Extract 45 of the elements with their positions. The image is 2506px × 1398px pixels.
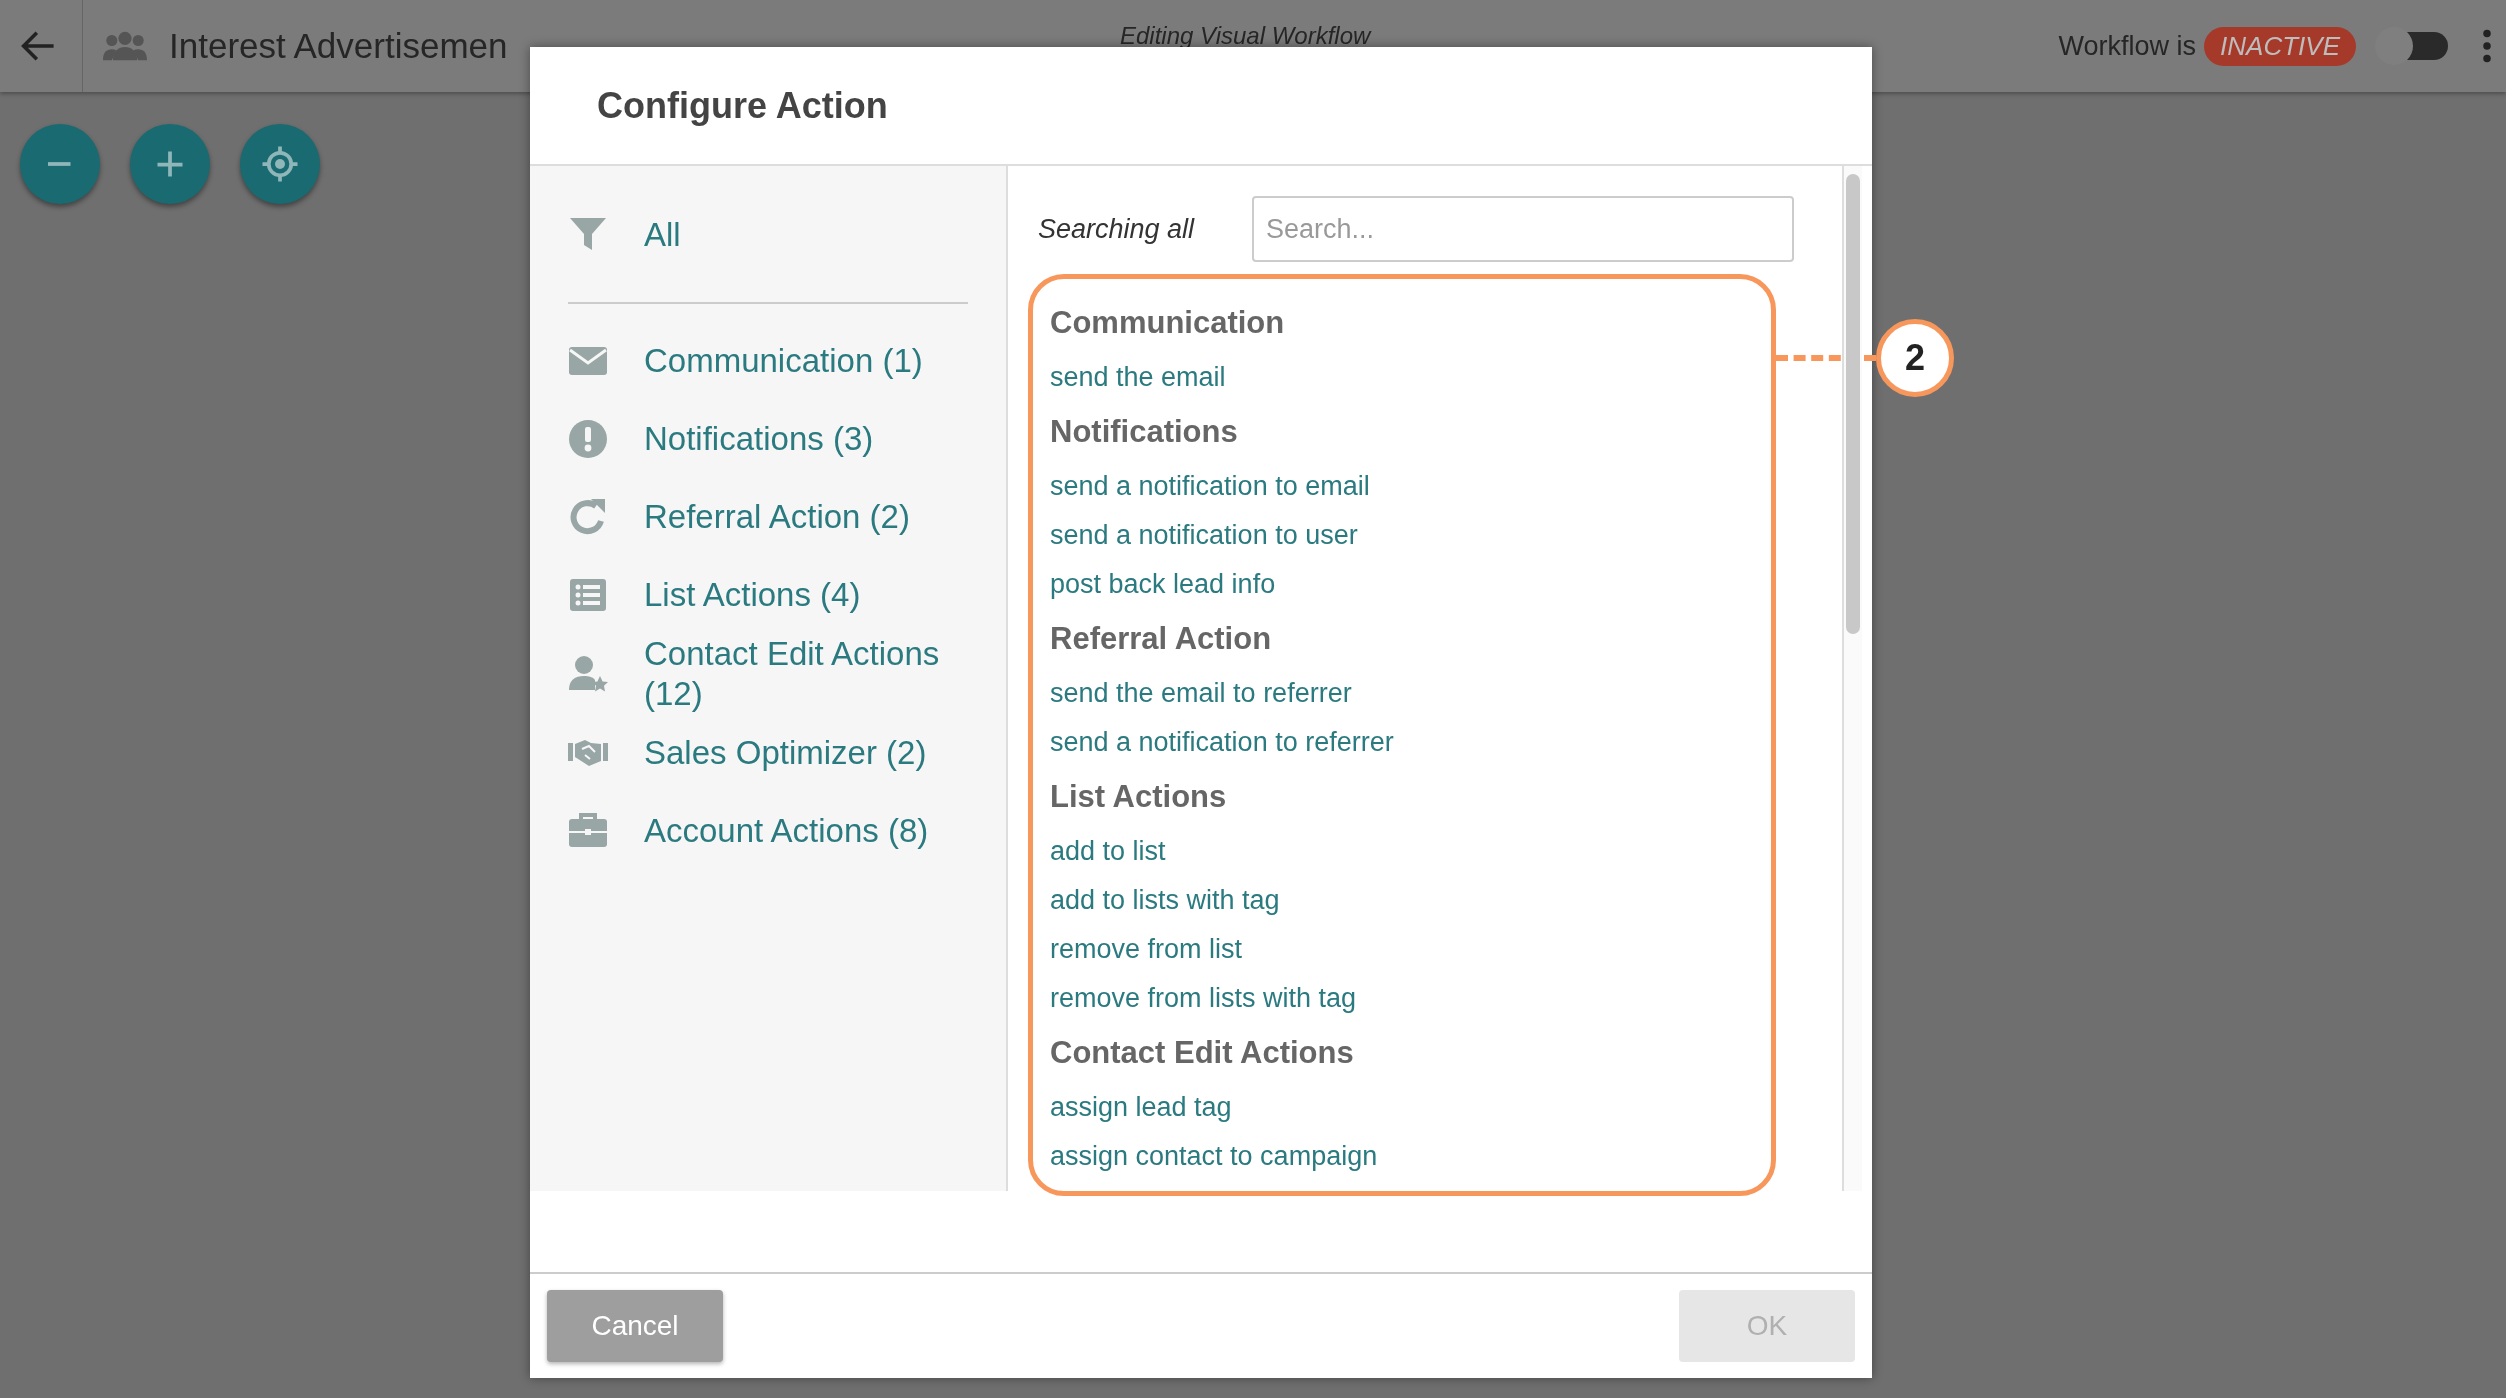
- category-link[interactable]: Communication (1): [644, 341, 964, 381]
- recenter-button[interactable]: [240, 124, 320, 204]
- search-scope-label: Searching all: [1038, 213, 1196, 245]
- action-link[interactable]: assign lead tag: [1050, 1083, 1771, 1132]
- action-link[interactable]: assign contact to campaign: [1050, 1132, 1771, 1181]
- action-link[interactable]: send the email: [1050, 353, 1771, 402]
- status-label: Workflow is: [2058, 30, 2197, 62]
- scrollbar-thumb[interactable]: [1846, 174, 1860, 634]
- action-link[interactable]: send a notification to user: [1050, 511, 1771, 560]
- action-link[interactable]: remove from list: [1050, 925, 1771, 974]
- minus-icon: [47, 162, 73, 166]
- category-link[interactable]: List Actions (4): [644, 575, 964, 615]
- cancel-button[interactable]: Cancel: [547, 1290, 723, 1362]
- action-link[interactable]: send a notification to referrer: [1050, 718, 1771, 767]
- action-link[interactable]: send the email to referrer: [1050, 669, 1771, 718]
- group-heading: Referral Action: [1050, 620, 1273, 658]
- exclamation-icon: [568, 419, 608, 459]
- search-field[interactable]: Search...: [1252, 196, 1794, 262]
- category-link[interactable]: Contact Edit Actions (12): [644, 634, 964, 714]
- dialog-title: Configure Action: [597, 84, 888, 127]
- category-link[interactable]: Sales Optimizer (2): [644, 733, 964, 773]
- redo-icon: [568, 497, 608, 537]
- kebab-menu-icon[interactable]: [2482, 29, 2492, 63]
- status-badge: INACTIVE: [2204, 26, 2356, 66]
- status-toggle[interactable]: [2374, 26, 2450, 66]
- people-icon: [103, 29, 147, 63]
- person-star-icon: [568, 654, 608, 694]
- zoom-in-button[interactable]: [130, 124, 210, 204]
- category-link[interactable]: Account Actions (8): [644, 811, 964, 851]
- action-link[interactable]: send a notification to email: [1050, 462, 1771, 511]
- category-link[interactable]: All: [644, 215, 964, 255]
- category-link[interactable]: Notifications (3): [644, 419, 964, 459]
- workflow-title: Interest Advertisemen: [169, 26, 508, 66]
- action-link[interactable]: remove from lists with tag: [1050, 974, 1771, 1023]
- callout-number: 2: [1876, 319, 1954, 397]
- group-heading: Communication: [1050, 304, 1286, 342]
- action-link[interactable]: post back lead info: [1050, 560, 1771, 609]
- crosshair-icon: [260, 144, 300, 184]
- group-heading: List Actions: [1050, 778, 1228, 816]
- action-link[interactable]: add to list: [1050, 827, 1771, 876]
- group-heading: Contact Edit Actions: [1050, 1034, 1355, 1072]
- editing-label: Editing Visual Workflow: [1120, 22, 1371, 50]
- group-heading: Notifications: [1050, 413, 1239, 451]
- action-link[interactable]: add to lists with tag: [1050, 876, 1771, 925]
- category-link[interactable]: Referral Action (2): [644, 497, 964, 537]
